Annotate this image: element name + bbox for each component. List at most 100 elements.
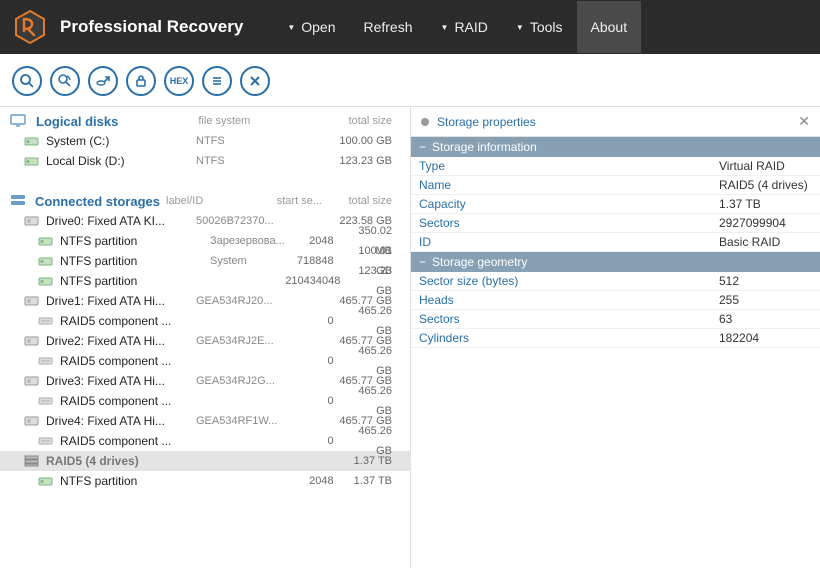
- property-key: ID: [419, 235, 719, 249]
- storage-start: 2048: [291, 231, 341, 251]
- chevron-down-icon: ▼: [287, 23, 295, 32]
- property-key: Cylinders: [419, 331, 719, 345]
- storage-icon: [10, 193, 29, 209]
- disk-icon: [24, 294, 42, 308]
- property-row: Sectors 2927099904: [411, 214, 820, 233]
- storage-row[interactable]: RAID5 (4 drives) 1.37 TB: [0, 451, 410, 471]
- property-row: Type Virtual RAID: [411, 157, 820, 176]
- storage-label: GEA534RJ2E...: [196, 331, 284, 351]
- logical-disk-row[interactable]: System (C:) NTFS 100.00 GB: [0, 131, 410, 151]
- logical-disks-header: Logical disks file system total size: [0, 107, 410, 131]
- storage-name: RAID5 component ...: [60, 311, 210, 331]
- storage-arrow-icon: [95, 73, 111, 89]
- menu-refresh[interactable]: Refresh: [349, 1, 426, 53]
- disk-fs: NTFS: [196, 131, 286, 151]
- open-storage-button[interactable]: [88, 66, 118, 96]
- toolbar: HEX: [0, 54, 820, 107]
- storage-row[interactable]: NTFS partition 210434048 123.23 GB: [0, 271, 410, 291]
- property-row: Name RAID5 (4 drives): [411, 176, 820, 195]
- disk-icon: [24, 214, 42, 228]
- app-title: Professional Recovery: [60, 17, 243, 37]
- panel-title: Storage properties: [437, 115, 536, 129]
- list-view-button[interactable]: [202, 66, 232, 96]
- storage-start: 210434048: [285, 271, 345, 291]
- property-key: Type: [419, 159, 719, 173]
- storage-name: RAID5 component ...: [60, 351, 210, 371]
- collapse-icon: −: [419, 140, 426, 154]
- bullet-icon: [421, 118, 429, 126]
- property-value: 512: [719, 274, 739, 288]
- panel-title-bar: Storage properties ✕: [411, 107, 820, 137]
- property-key: Capacity: [419, 197, 719, 211]
- vol-icon: [38, 254, 56, 268]
- chevron-down-icon: ▼: [441, 23, 449, 32]
- storage-label: 50026B72370...: [196, 211, 284, 231]
- collapse-icon: −: [419, 255, 426, 269]
- storage-row[interactable]: RAID5 component ... 0 465.26 GB: [0, 311, 410, 331]
- storage-size: 1.37 TB: [338, 451, 400, 471]
- main-menu: ▼Open Refresh ▼RAID ▼Tools About: [273, 1, 641, 53]
- connected-storages-header: Connected storages label/ID start se... …: [0, 187, 410, 211]
- col-filesystem: file system: [198, 115, 288, 127]
- storage-name: NTFS partition: [60, 251, 210, 271]
- col-start-sector: start se...: [260, 195, 330, 207]
- storage-start: 0: [291, 311, 341, 331]
- panel-close-button[interactable]: ✕: [798, 113, 810, 130]
- logical-disk-row[interactable]: Local Disk (D:) NTFS 123.23 GB: [0, 151, 410, 171]
- property-row: Capacity 1.37 TB: [411, 195, 820, 214]
- storage-row[interactable]: RAID5 component ... 0 465.26 GB: [0, 431, 410, 451]
- storage-label: GEA534RF1W...: [196, 411, 284, 431]
- col-size: total size: [330, 195, 400, 207]
- property-group-header[interactable]: −Storage geometry: [411, 252, 820, 272]
- menu-about[interactable]: About: [577, 1, 642, 53]
- magnifier-refresh-icon: [57, 73, 73, 89]
- property-value: Basic RAID: [719, 235, 780, 249]
- comp-icon: [38, 354, 56, 368]
- close-button[interactable]: [240, 66, 270, 96]
- storage-start: 0: [291, 391, 341, 411]
- property-row: Cylinders 182204: [411, 329, 820, 348]
- menu-open[interactable]: ▼Open: [273, 1, 349, 53]
- disk-name: System (C:): [46, 131, 196, 151]
- vol-icon: [38, 234, 56, 248]
- property-key: Sector size (bytes): [419, 274, 719, 288]
- storage-name: Drive1: Fixed ATA Hi...: [46, 291, 196, 311]
- storage-name: Drive2: Fixed ATA Hi...: [46, 331, 196, 351]
- volume-icon: [24, 154, 42, 168]
- storage-name: Drive0: Fixed ATA KI...: [46, 211, 196, 231]
- storage-name: RAID5 (4 drives): [46, 451, 196, 471]
- disk-icon: [24, 334, 42, 348]
- disk-icon: [24, 374, 42, 388]
- decrypt-button[interactable]: [126, 66, 156, 96]
- hex-view-button[interactable]: HEX: [164, 66, 194, 96]
- disk-fs: NTFS: [196, 151, 286, 171]
- raid-icon: [24, 454, 42, 468]
- col-label-id: label/ID: [166, 195, 246, 207]
- vol-icon: [38, 274, 56, 288]
- property-row: Sector size (bytes) 512: [411, 272, 820, 291]
- monitor-icon: [10, 113, 30, 129]
- property-value: 255: [719, 293, 739, 307]
- menu-tools[interactable]: ▼Tools: [502, 1, 577, 53]
- rescan-button[interactable]: [50, 66, 80, 96]
- storage-start: 2048: [291, 471, 341, 491]
- search-button[interactable]: [12, 66, 42, 96]
- list-icon: [209, 73, 225, 89]
- storage-size: 1.37 TB: [342, 471, 400, 491]
- storage-name: RAID5 component ...: [60, 431, 210, 451]
- col-total-size: total size: [330, 115, 400, 127]
- disk-name: Local Disk (D:): [46, 151, 196, 171]
- storage-row[interactable]: RAID5 component ... 0 465.26 GB: [0, 351, 410, 371]
- chevron-down-icon: ▼: [516, 23, 524, 32]
- storage-name: NTFS partition: [60, 471, 210, 491]
- storage-row[interactable]: NTFS partition 2048 1.37 TB: [0, 471, 410, 491]
- storage-name: NTFS partition: [60, 271, 210, 291]
- storage-start: 0: [291, 431, 341, 451]
- storage-label: GEA534RJ2G...: [196, 371, 284, 391]
- storage-label: System: [210, 251, 291, 271]
- disk-icon: [24, 414, 42, 428]
- property-group-header[interactable]: −Storage information: [411, 137, 820, 157]
- magnifier-icon: [19, 73, 35, 89]
- menu-raid[interactable]: ▼RAID: [427, 1, 502, 53]
- storage-row[interactable]: RAID5 component ... 0 465.26 GB: [0, 391, 410, 411]
